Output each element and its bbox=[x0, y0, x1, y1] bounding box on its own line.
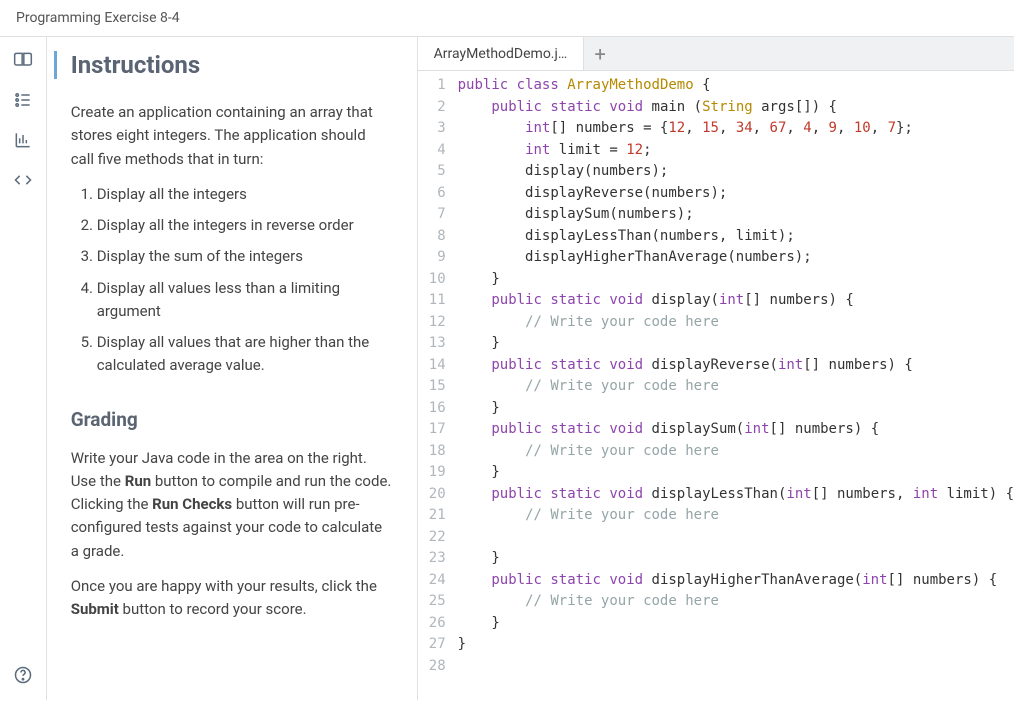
tab-bar: ArrayMethodDemo.j… + bbox=[418, 37, 1014, 71]
line-gutter: 1234567891011121314151617181920212223242… bbox=[418, 75, 454, 700]
list-item: Display all the integers in reverse orde… bbox=[97, 214, 393, 237]
exercise-title: Programming Exercise 8-4 bbox=[16, 10, 180, 26]
tab-label: ArrayMethodDemo.j… bbox=[434, 46, 568, 62]
instructions-panel: Instructions Create an application conta… bbox=[47, 37, 418, 700]
code-icon[interactable] bbox=[12, 169, 34, 191]
instructions-intro: Create an application containing an arra… bbox=[71, 101, 393, 171]
list-item: Display all the integers bbox=[97, 183, 393, 206]
code-editor[interactable]: 1234567891011121314151617181920212223242… bbox=[418, 71, 1014, 700]
page-header: Programming Exercise 8-4 bbox=[0, 0, 1014, 37]
instructions-steps: Display all the integers Display all the… bbox=[71, 183, 393, 378]
grading-paragraph-2: Once you are happy with your results, cl… bbox=[71, 575, 393, 622]
code-content[interactable]: public class ArrayMethodDemo { public st… bbox=[454, 75, 1014, 700]
list-item: Display all values that are higher than … bbox=[97, 331, 393, 378]
list-item: Display the sum of the integers bbox=[97, 245, 393, 268]
main-container: Instructions Create an application conta… bbox=[0, 37, 1014, 700]
help-icon[interactable] bbox=[12, 664, 34, 686]
instructions-title: Instructions bbox=[54, 51, 393, 79]
list-icon[interactable] bbox=[12, 89, 34, 111]
book-icon[interactable] bbox=[12, 49, 34, 71]
add-tab-button[interactable]: + bbox=[584, 37, 616, 70]
grading-title: Grading bbox=[71, 408, 393, 431]
editor-panel: ArrayMethodDemo.j… + 1234567891011121314… bbox=[418, 37, 1014, 700]
list-item: Display all values less than a limiting … bbox=[97, 277, 393, 324]
file-tab[interactable]: ArrayMethodDemo.j… bbox=[418, 37, 585, 70]
chart-icon[interactable] bbox=[12, 129, 34, 151]
left-sidebar bbox=[0, 37, 47, 700]
grading-paragraph-1: Write your Java code in the area on the … bbox=[71, 447, 393, 563]
